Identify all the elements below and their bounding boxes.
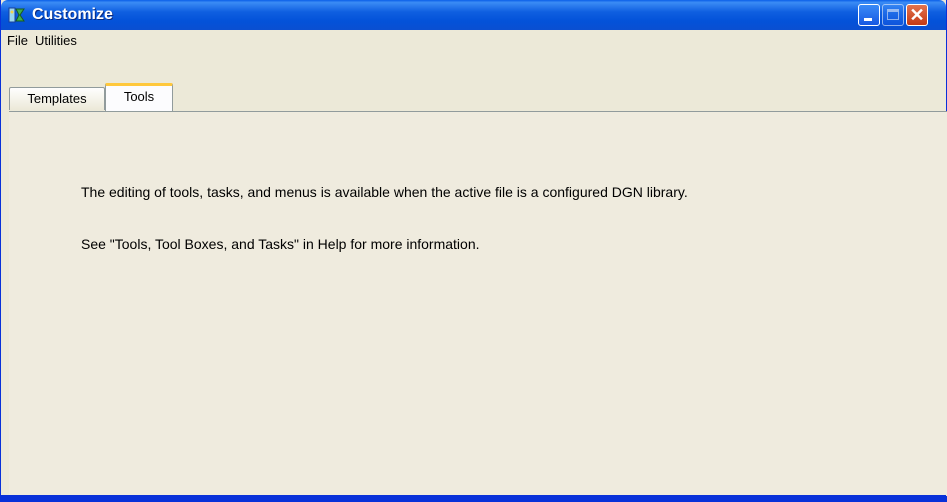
- tab-tools[interactable]: Tools: [105, 83, 173, 111]
- help-reference-message: See "Tools, Tool Boxes, and Tasks" in He…: [81, 236, 480, 252]
- menu-utilities[interactable]: Utilities: [35, 33, 77, 48]
- customize-app-icon: [8, 7, 25, 23]
- close-icon: ✕: [909, 5, 925, 25]
- customize-window: Customize ✕ File Utilities Templates Too…: [0, 0, 947, 502]
- maximize-icon: [887, 9, 899, 20]
- close-button[interactable]: ✕: [906, 4, 928, 26]
- maximize-button[interactable]: [882, 4, 904, 26]
- info-message: The editing of tools, tasks, and menus i…: [81, 184, 688, 200]
- tab-strip: Templates Tools: [1, 52, 946, 111]
- tools-tab-panel: The editing of tools, tasks, and menus i…: [9, 111, 947, 496]
- minimize-icon: [864, 18, 872, 21]
- tab-templates[interactable]: Templates: [9, 87, 105, 110]
- menu-bar: File Utilities: [1, 30, 946, 52]
- title-bar[interactable]: Customize ✕: [1, 0, 946, 30]
- window-bottom-border: [1, 495, 946, 501]
- window-title: Customize: [32, 6, 113, 23]
- minimize-button[interactable]: [858, 4, 880, 26]
- menu-file[interactable]: File: [7, 33, 28, 48]
